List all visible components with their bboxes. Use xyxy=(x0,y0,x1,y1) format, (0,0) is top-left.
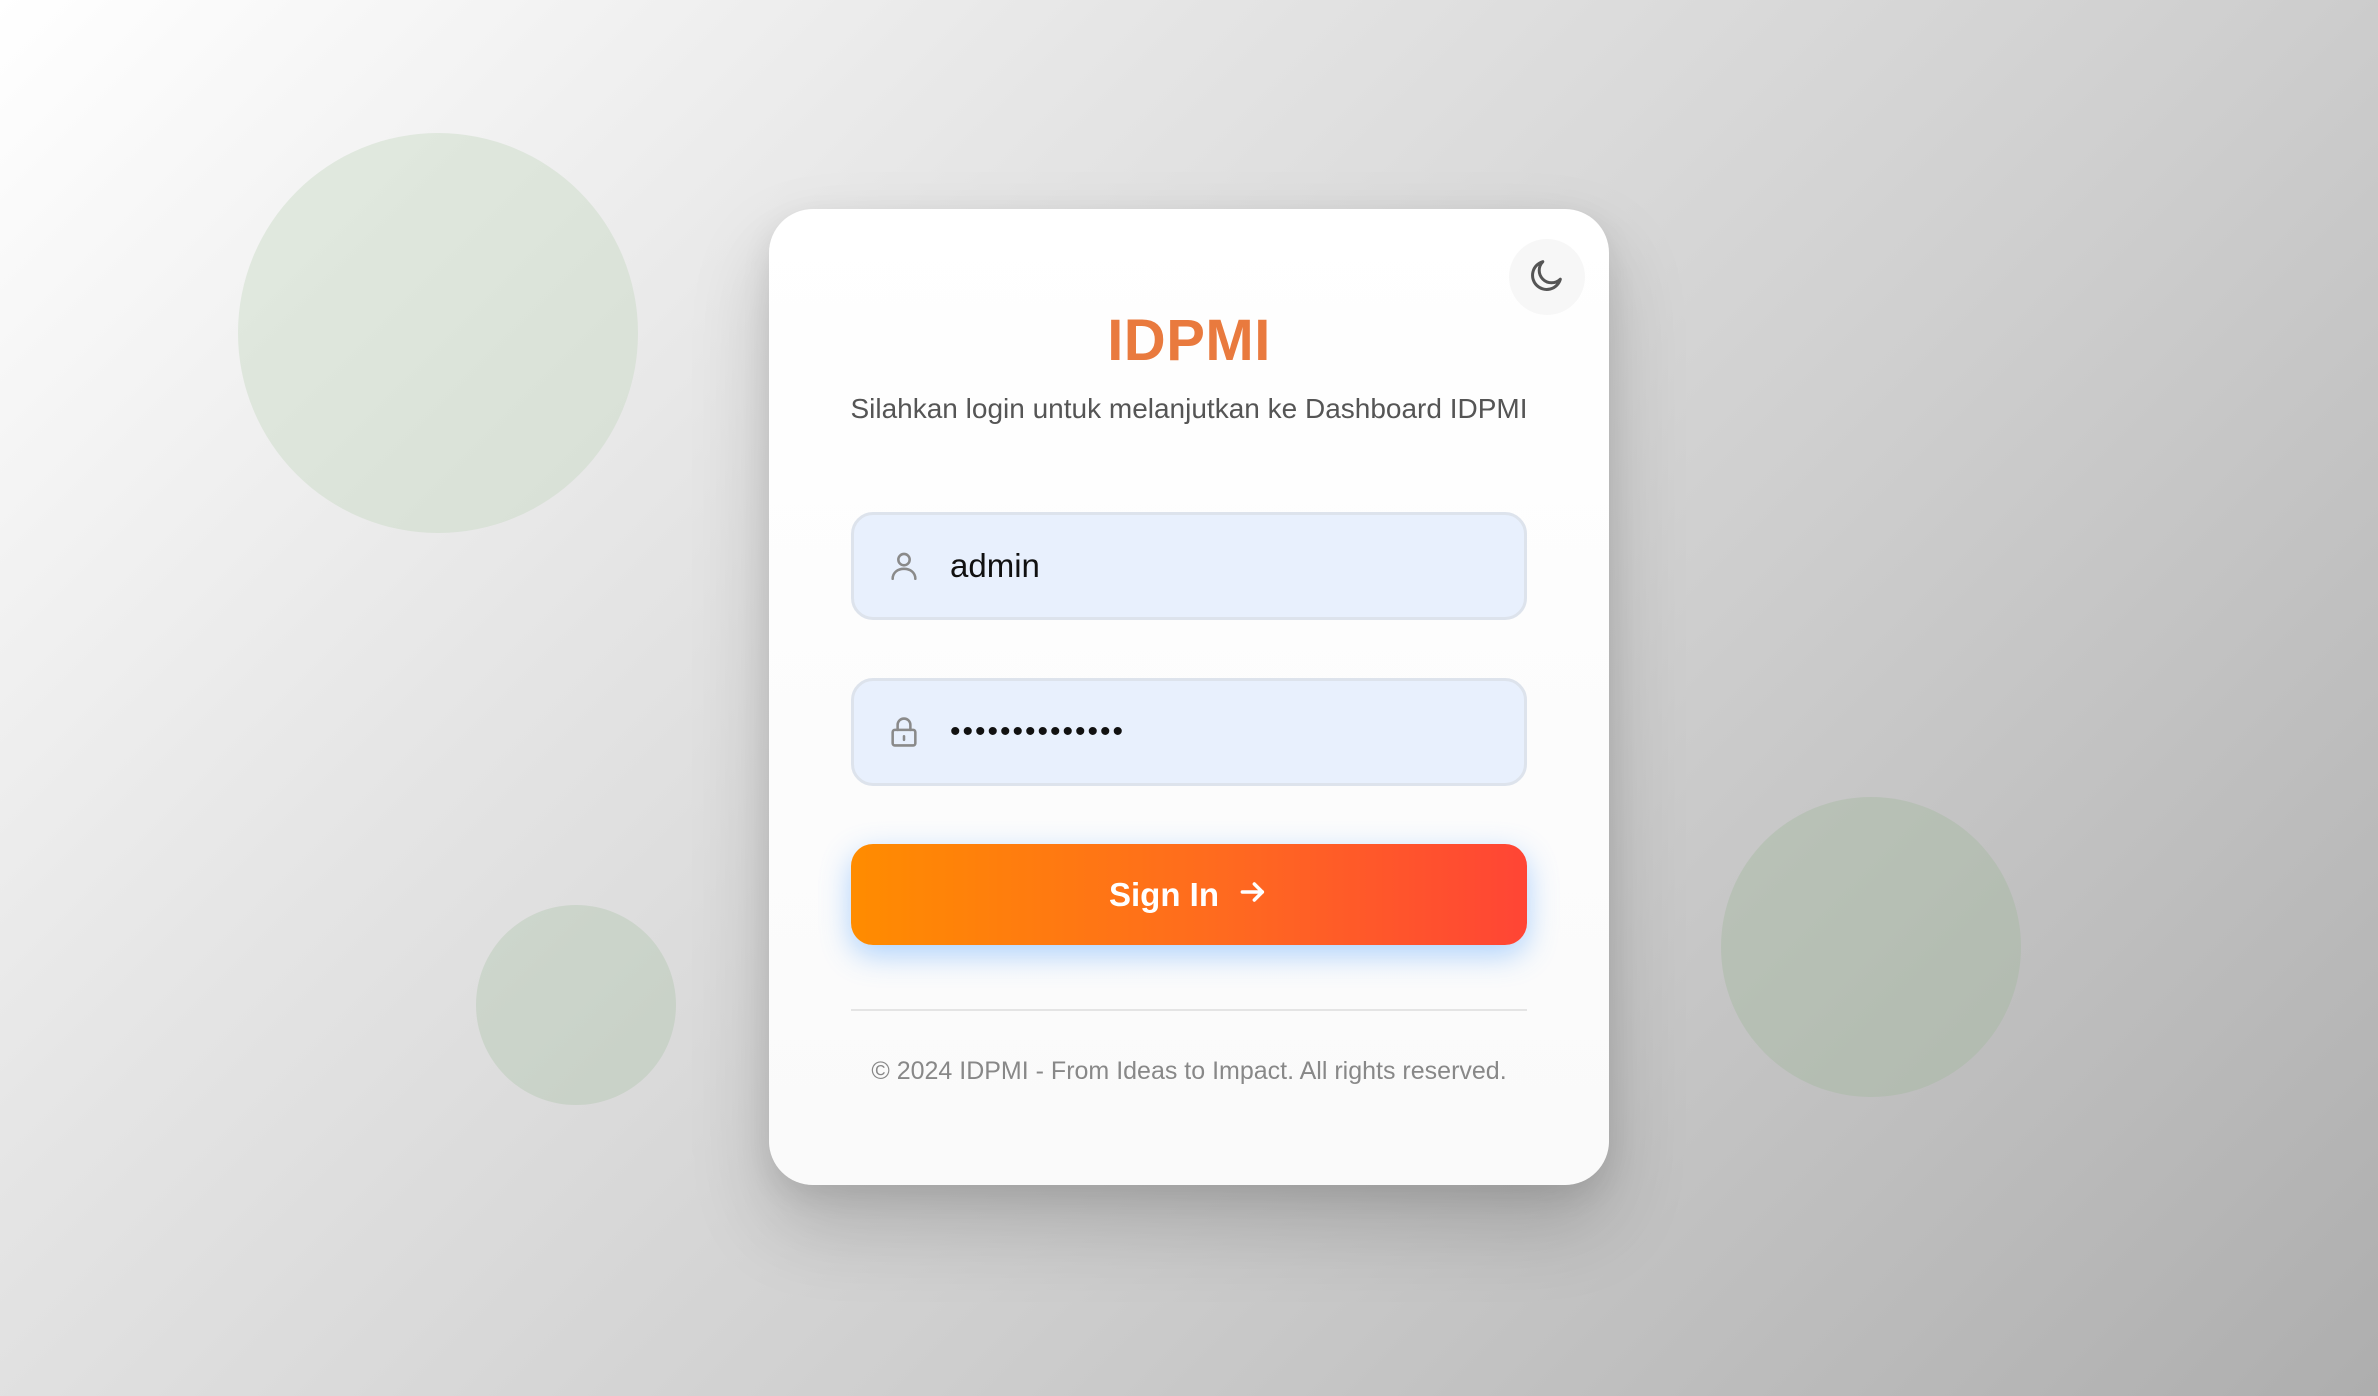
app-title: IDPMI xyxy=(1107,308,1271,373)
arrow-right-icon xyxy=(1219,876,1269,913)
username-input[interactable] xyxy=(950,536,1510,596)
user-icon xyxy=(884,546,924,586)
password-field[interactable] xyxy=(851,678,1527,786)
username-field[interactable] xyxy=(851,512,1527,620)
password-input[interactable] xyxy=(950,702,1510,762)
divider xyxy=(851,1009,1527,1011)
lock-icon xyxy=(884,712,924,752)
decorative-circle xyxy=(1721,797,2021,1097)
theme-toggle-button[interactable] xyxy=(1509,239,1585,315)
sign-in-button[interactable]: Sign In xyxy=(851,844,1527,945)
decorative-circle xyxy=(476,905,676,1105)
moon-icon xyxy=(1527,255,1567,300)
decorative-circle xyxy=(238,133,638,533)
footer-copyright: © 2024 IDPMI - From Ideas to Impact. All… xyxy=(871,1057,1507,1085)
login-card: IDPMI Silahkan login untuk melanjutkan k… xyxy=(769,209,1609,1185)
sign-in-label: Sign In xyxy=(1109,875,1219,913)
login-subtitle: Silahkan login untuk melanjutkan ke Dash… xyxy=(850,393,1528,424)
